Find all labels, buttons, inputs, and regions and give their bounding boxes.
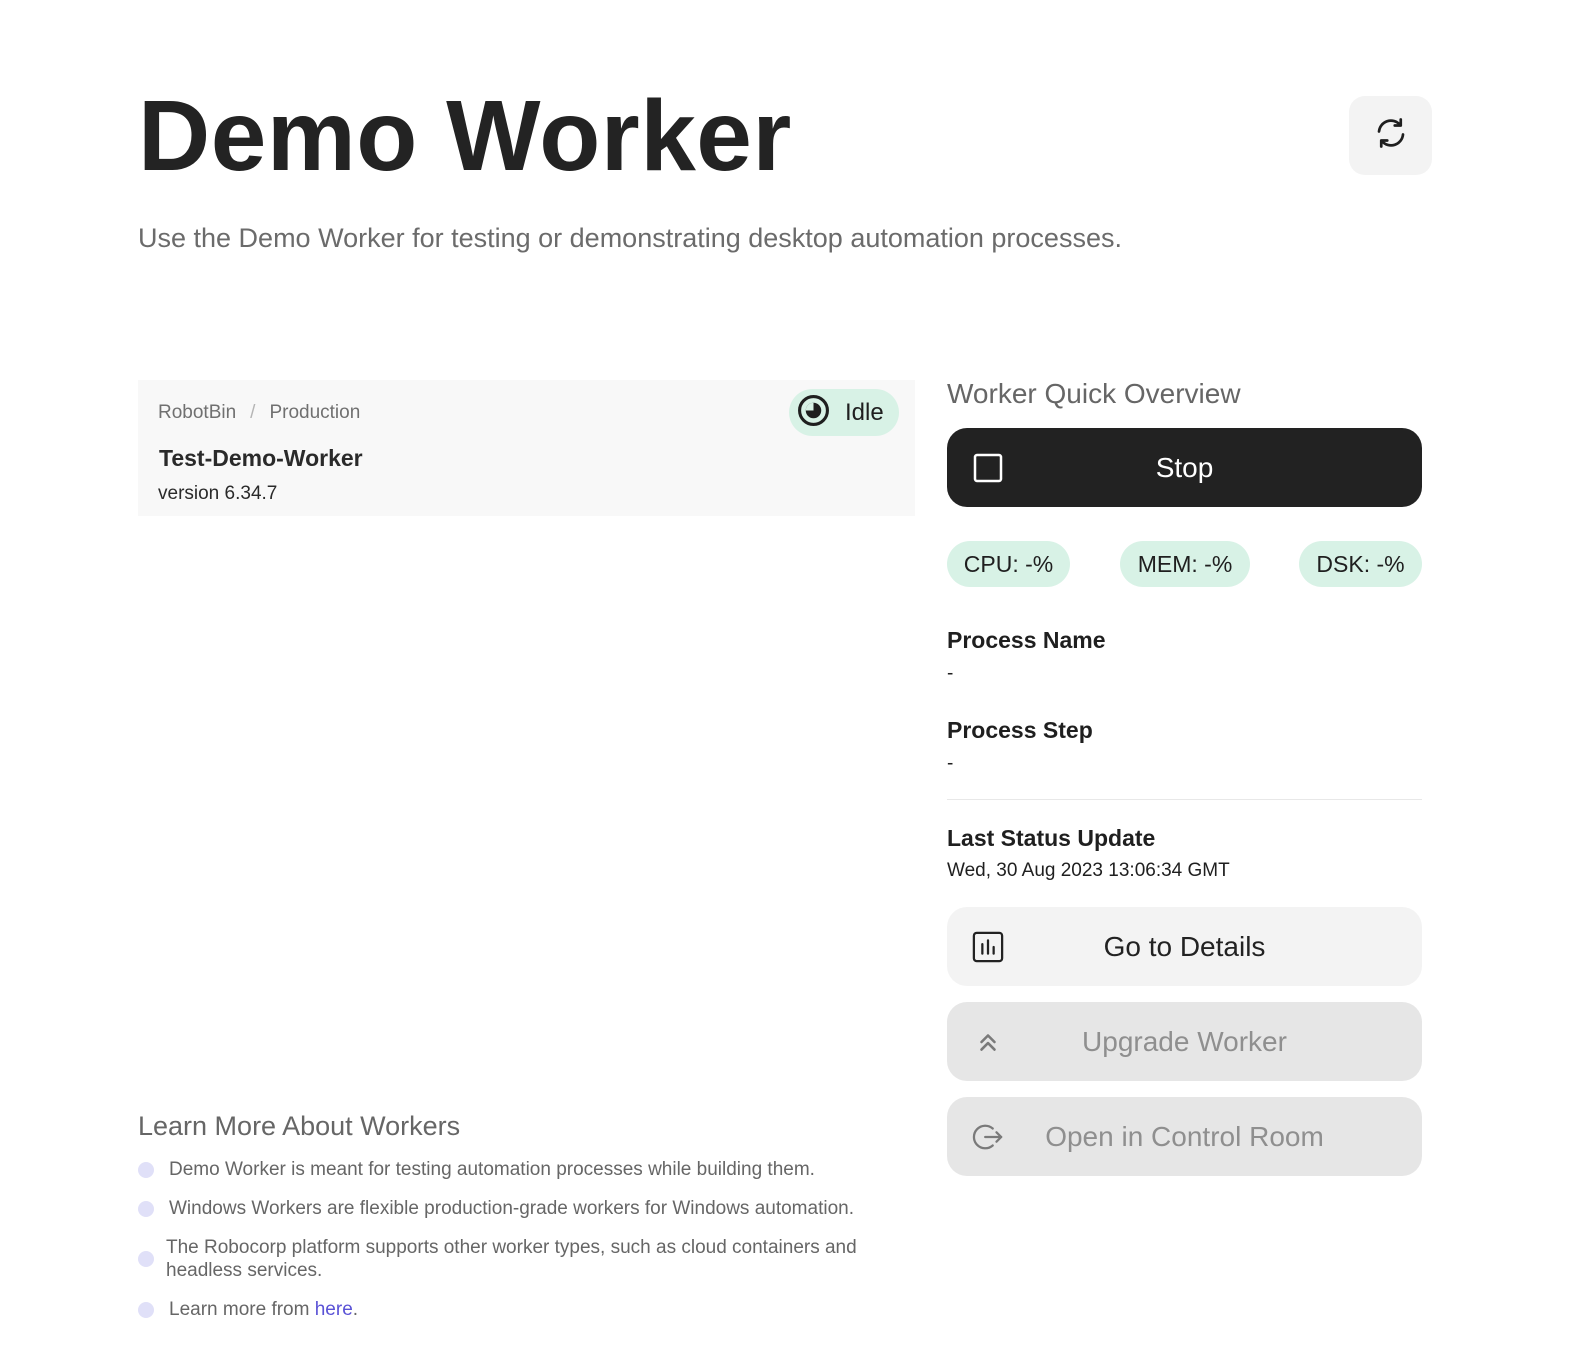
list-item: The Robocorp platform supports other wor… bbox=[138, 1236, 915, 1282]
page-title: Demo Worker bbox=[138, 80, 792, 192]
breadcrumb-item-workspace[interactable]: Production bbox=[269, 402, 360, 424]
go-to-details-label: Go to Details bbox=[1103, 930, 1266, 962]
last-status-update-value: Wed, 30 Aug 2023 13:06:34 GMT bbox=[947, 860, 1230, 881]
process-step-value: - bbox=[947, 753, 954, 774]
learn-more-link[interactable]: here bbox=[315, 1299, 353, 1320]
stop-button-label: Stop bbox=[1155, 451, 1214, 483]
learn-more-text: Learn more from bbox=[169, 1299, 315, 1320]
refresh-button[interactable] bbox=[1349, 96, 1432, 175]
exit-arrow-icon bbox=[972, 1121, 1004, 1153]
learn-more-suffix: . bbox=[352, 1299, 359, 1320]
open-control-room-button[interactable]: Open in Control Room bbox=[947, 1097, 1422, 1176]
stop-square-icon bbox=[972, 452, 1004, 484]
process-name-value: - bbox=[947, 663, 954, 684]
upgrade-worker-label: Upgrade Worker bbox=[1082, 1025, 1287, 1057]
page-subtitle: Use the Demo Worker for testing or demon… bbox=[138, 223, 1122, 253]
bullet-icon bbox=[138, 1302, 154, 1318]
list-item: Learn more from here. bbox=[138, 1298, 915, 1321]
double-chevron-up-icon bbox=[972, 1026, 1004, 1058]
disk-usage-badge: DSK: -% bbox=[1299, 541, 1422, 587]
stop-button[interactable]: Stop bbox=[947, 428, 1422, 507]
divider bbox=[947, 799, 1422, 800]
process-name-label: Process Name bbox=[947, 627, 1106, 653]
bullet-icon bbox=[138, 1201, 154, 1217]
go-to-details-button[interactable]: Go to Details bbox=[947, 907, 1422, 986]
status-badge: Idle bbox=[789, 389, 899, 436]
bullet-icon bbox=[138, 1162, 154, 1178]
last-status-update-label: Last Status Update bbox=[947, 825, 1156, 851]
status-label: Idle bbox=[845, 398, 884, 426]
breadcrumb-separator: / bbox=[250, 402, 256, 423]
upgrade-worker-button[interactable]: Upgrade Worker bbox=[947, 1002, 1422, 1081]
worker-name: Test-Demo-Worker bbox=[159, 445, 363, 471]
process-step-label: Process Step bbox=[947, 717, 1093, 743]
idle-status-icon bbox=[797, 394, 830, 432]
bullet-icon bbox=[138, 1251, 154, 1267]
overview-title: Worker Quick Overview bbox=[947, 378, 1241, 409]
worker-version: version 6.34.7 bbox=[158, 483, 278, 504]
list-item: Demo Worker is meant for testing automat… bbox=[138, 1158, 915, 1181]
cpu-usage-badge: CPU: -% bbox=[947, 541, 1070, 587]
learn-more-list: Demo Worker is meant for testing automat… bbox=[138, 1158, 915, 1321]
breadcrumb: RobotBin / Production bbox=[158, 402, 360, 424]
learn-more-title: Learn More About Workers bbox=[138, 1111, 461, 1141]
worker-card: RobotBin / Production Test-Demo-Worker v… bbox=[138, 380, 915, 516]
memory-usage-badge: MEM: -% bbox=[1120, 541, 1250, 587]
refresh-icon bbox=[1373, 115, 1409, 156]
list-item: Windows Workers are flexible production-… bbox=[138, 1197, 915, 1220]
chart-icon bbox=[972, 931, 1004, 963]
breadcrumb-item-organization[interactable]: RobotBin bbox=[158, 402, 236, 424]
open-control-room-label: Open in Control Room bbox=[1045, 1120, 1324, 1152]
